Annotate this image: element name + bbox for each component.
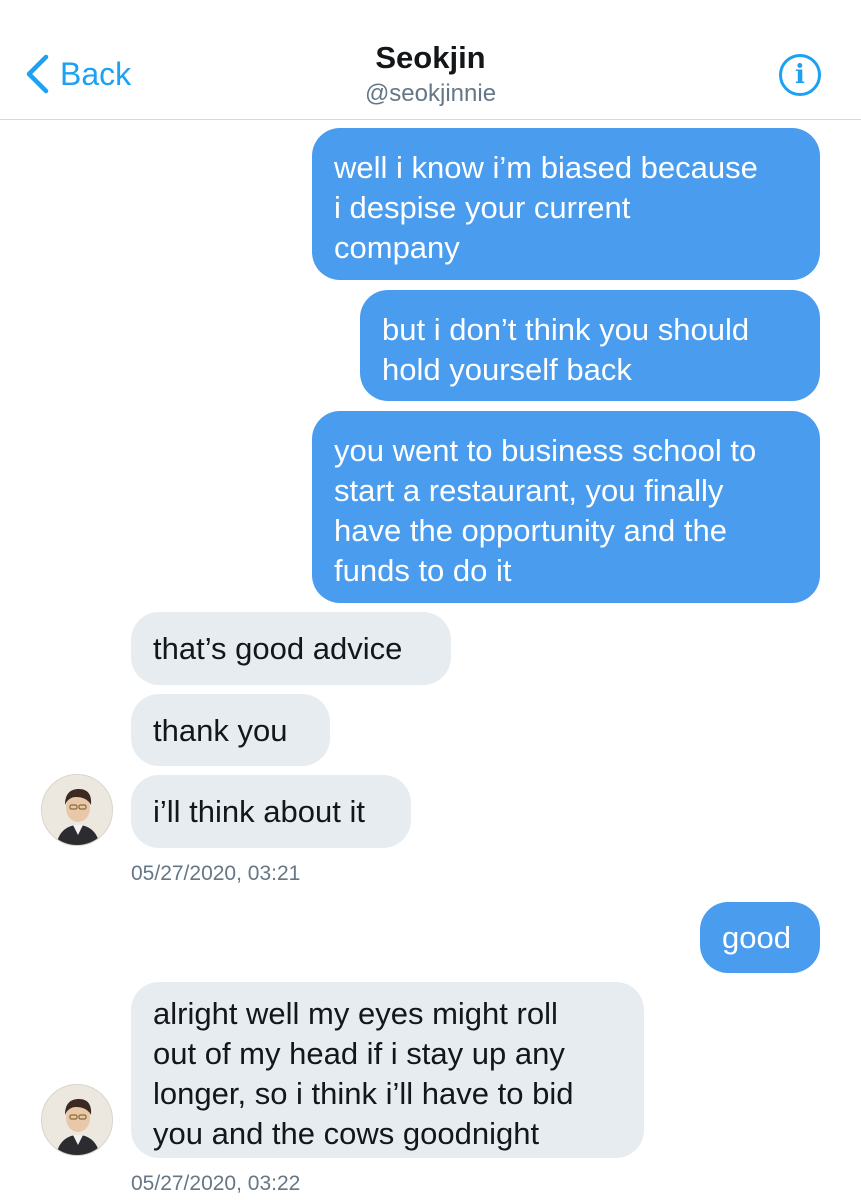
message-bubble-sent[interactable]: good	[700, 902, 820, 973]
avatar-photo	[42, 775, 112, 845]
conversation-header: Back Seokjin @seokjinnie i	[0, 0, 861, 120]
message-bubble-received[interactable]: thank you	[131, 694, 330, 766]
message-bubble-sent[interactable]: you went to business school to start a r…	[312, 411, 820, 603]
conversation-title: Seokjin @seokjinnie	[0, 38, 861, 110]
avatar-photo	[42, 1085, 112, 1155]
contact-avatar[interactable]	[41, 1084, 113, 1156]
message-bubble-sent[interactable]: well i know i’m biased because i despise…	[312, 128, 820, 280]
message-timestamp: 05/27/2020, 03:22	[131, 1172, 301, 1195]
message-bubble-received[interactable]: i’ll think about it	[131, 775, 411, 848]
message-bubble-received[interactable]: that’s good advice	[131, 612, 451, 685]
message-timestamp: 05/27/2020, 03:21	[131, 862, 301, 885]
message-bubble-received[interactable]: alright well my eyes might roll out of m…	[131, 982, 644, 1158]
info-icon: i	[795, 60, 805, 90]
info-button[interactable]: i	[779, 54, 821, 96]
contact-handle: @seokjinnie	[364, 80, 497, 107]
contact-name: Seokjin	[375, 40, 486, 75]
contact-avatar[interactable]	[41, 774, 113, 846]
message-bubble-sent[interactable]: but i don’t think you should hold yourse…	[360, 290, 820, 401]
